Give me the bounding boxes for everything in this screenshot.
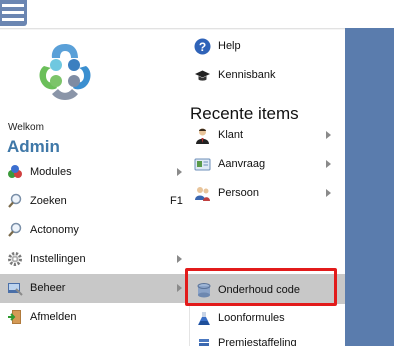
menu-item-afmelden[interactable]: Afmelden [0, 303, 190, 332]
highlight-annotation-box [185, 268, 337, 306]
menu-item-actonomy[interactable]: Actonomy [0, 216, 190, 245]
chevron-right-icon [177, 255, 182, 263]
menu-item-label: Modules [30, 166, 72, 178]
chevron-right-icon [177, 284, 182, 292]
user-name: Admin [7, 137, 60, 156]
menu-item-kennisbank[interactable]: Kennisbank [190, 63, 345, 89]
people-icon [195, 187, 210, 201]
graduation-cap-icon [195, 70, 210, 81]
flask-icon [198, 312, 210, 325]
submenu-item-label: Premiestaffeling [218, 337, 297, 346]
admin-tools-icon [8, 283, 23, 296]
background-content-panel [345, 28, 394, 346]
submenu-item-premiestaffeling[interactable]: Premiestaffeling [190, 332, 345, 346]
menu-item-label: Instellingen [30, 253, 86, 265]
submenu-item-label: Loonformules [218, 312, 285, 324]
help-icon: ? [194, 38, 211, 55]
svg-text:?: ? [199, 40, 206, 54]
recent-item-label: Klant [218, 129, 244, 141]
menu-item-instellingen[interactable]: Instellingen [0, 245, 190, 274]
menu-item-help[interactable]: ? Help [190, 34, 345, 60]
recent-item-label: Persoon [218, 187, 259, 199]
menu-item-label: Beheer [30, 282, 66, 294]
chevron-right-icon [326, 160, 331, 168]
gear-icon [8, 252, 22, 266]
submenu-item-loonformules[interactable]: Loonformules [190, 307, 345, 331]
stack-icon [199, 339, 209, 346]
chevron-right-icon [326, 189, 331, 197]
menu-item-label: Help [218, 40, 241, 52]
menu-top-shadow [0, 28, 345, 30]
chevron-right-icon [326, 131, 331, 139]
search-icon [8, 222, 22, 237]
menu-item-beheer[interactable]: Beheer [0, 274, 190, 303]
menu-item-label: Afmelden [30, 311, 77, 323]
keyboard-shortcut: F1 [170, 195, 183, 207]
logout-door-icon [8, 310, 21, 324]
recent-item-persoon[interactable]: Persoon [190, 181, 345, 207]
menu-item-label: Zoeken [30, 195, 67, 207]
company-logo [39, 44, 91, 100]
person-icon [196, 128, 209, 144]
menu-item-label: Kennisbank [218, 69, 276, 81]
recent-item-klant[interactable]: Klant [190, 123, 345, 149]
modules-icon [8, 165, 22, 178]
id-card-icon [194, 158, 211, 171]
recent-items-heading: Recente items [190, 104, 299, 123]
hamburger-menu-icon[interactable] [0, 0, 27, 26]
welcome-label: Welkom [8, 122, 44, 133]
recent-item-aanvraag[interactable]: Aanvraag [190, 152, 345, 178]
chevron-right-icon [177, 168, 182, 176]
recent-item-label: Aanvraag [218, 158, 266, 170]
menu-item-label: Actonomy [30, 224, 79, 236]
search-icon [8, 193, 22, 208]
top-bar [0, 0, 394, 28]
menu-item-modules[interactable]: Modules [0, 158, 190, 187]
menu-item-zoeken[interactable]: Zoeken F1 [0, 187, 190, 216]
